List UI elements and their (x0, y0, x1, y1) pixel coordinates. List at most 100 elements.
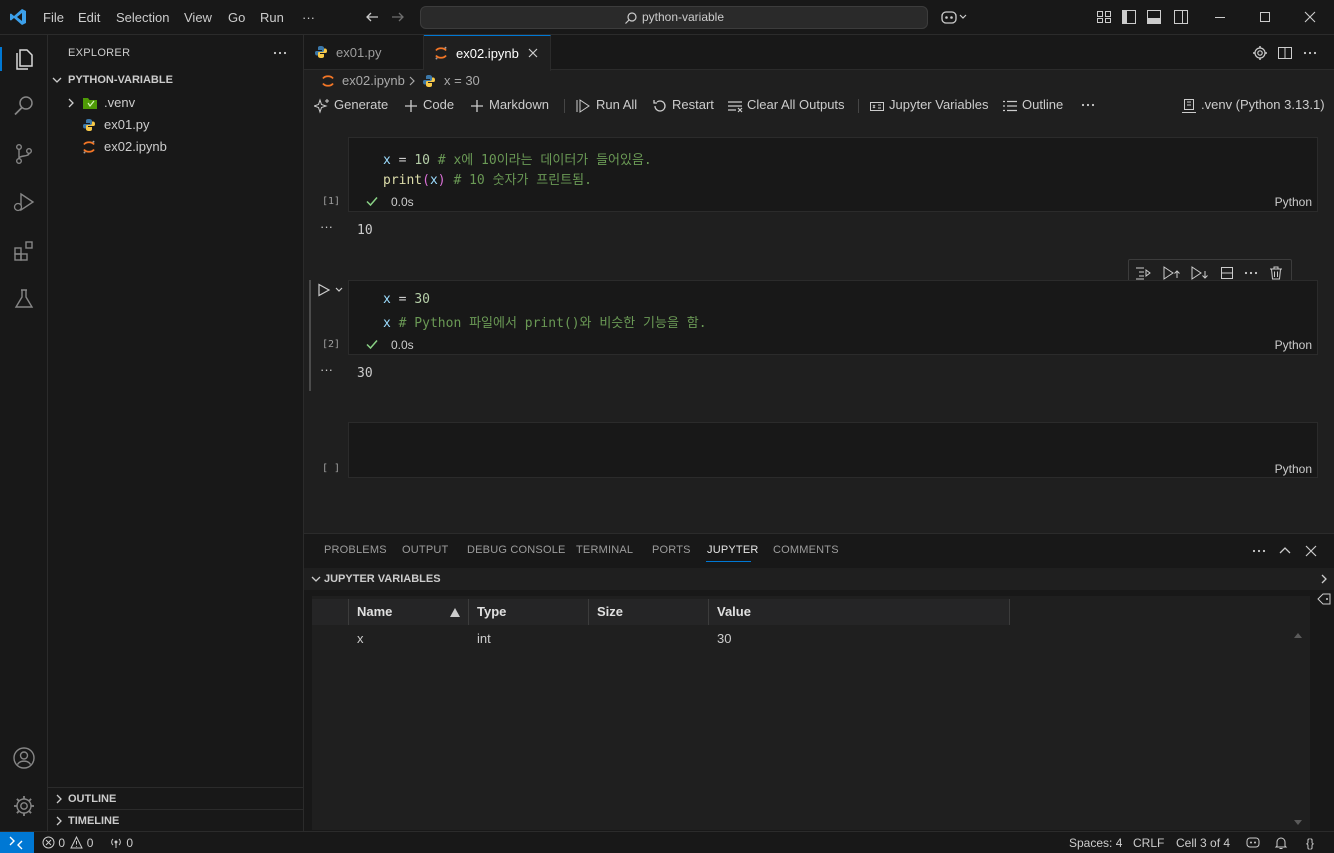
toggle-sidebar-icon[interactable] (1121, 9, 1137, 25)
back-arrow-icon[interactable] (364, 9, 380, 25)
menu-go[interactable]: Go (228, 0, 245, 35)
command-center-search[interactable]: python-variable (420, 6, 928, 29)
menu-run[interactable]: Run (260, 0, 284, 35)
minimize-icon[interactable] (1212, 9, 1228, 25)
workspace-root[interactable]: PYTHON-VARIABLE (48, 69, 303, 91)
column-header-name[interactable]: Name (349, 599, 468, 625)
run-debug-icon[interactable] (12, 190, 36, 214)
menu-more[interactable]: ··· (302, 0, 315, 35)
success-check-icon (365, 194, 379, 208)
variable-value: 30 (717, 631, 732, 646)
jupyter-variables-header[interactable]: JUPYTER VARIABLES (304, 568, 1334, 590)
notifications-bell-icon[interactable] (1274, 836, 1288, 850)
panel-tab-terminal[interactable]: TERMINAL (576, 544, 633, 556)
restart-label: Restart (672, 97, 714, 112)
problems-indicator[interactable]: 0 0 (42, 832, 93, 853)
execute-above-icon[interactable] (1162, 265, 1180, 281)
code-line[interactable]: x # Python 파일에서 print()와 비슷한 기능을 함. (383, 312, 707, 331)
cell-language[interactable]: Python (1275, 462, 1312, 476)
scroll-up-arrow-icon[interactable] (1294, 632, 1302, 638)
more-actions-icon[interactable] (1302, 45, 1318, 61)
manage-gear-icon[interactable] (12, 794, 36, 818)
menu-selection[interactable]: Selection (116, 0, 169, 35)
copilot-status-icon[interactable] (1246, 836, 1260, 849)
testing-flask-icon[interactable] (12, 287, 36, 311)
panel-more-icon[interactable] (1251, 543, 1267, 559)
code-line[interactable]: x = 30 (383, 292, 430, 307)
code-line[interactable]: x = 10 # x에 10이라는 데이터가 들어있음. (383, 149, 652, 168)
toolbar-more-icon[interactable] (1080, 97, 1096, 113)
panel-tab-debug-console[interactable]: DEBUG CONSOLE (467, 544, 566, 556)
code-line[interactable]: print(x) # 10 숫자가 프린트됨. (383, 169, 592, 188)
maximize-icon[interactable] (1257, 9, 1273, 25)
variable-name[interactable]: x (357, 628, 364, 650)
run-all-label: Run All (596, 97, 638, 112)
run-by-line-icon[interactable] (1135, 265, 1151, 281)
copilot-icon[interactable] (941, 9, 969, 25)
panel-tab-comments[interactable]: COMMENTS (773, 544, 839, 556)
panel-tab-output[interactable]: OUTPUT (402, 544, 448, 556)
explorer-more-icon[interactable] (272, 45, 288, 61)
column-header-value[interactable]: Value (709, 599, 1009, 625)
toggle-panel-icon[interactable] (1146, 9, 1162, 25)
column-header-type[interactable]: Type (469, 599, 588, 625)
column-divider[interactable] (1009, 599, 1010, 625)
toggle-secondary-sidebar-icon[interactable] (1173, 9, 1189, 25)
ports-indicator[interactable]: 0 (109, 832, 133, 853)
tab-ex02-ipynb[interactable]: ex02.ipynb (424, 35, 551, 71)
cell-language[interactable]: Python (1275, 338, 1312, 352)
tree-item-ex02-ipynb[interactable]: ex02.ipynb (48, 136, 303, 158)
close-tab-icon[interactable] (527, 47, 539, 59)
menu-file[interactable]: File (43, 0, 64, 35)
filter-tag-icon[interactable] (1316, 592, 1332, 606)
delete-cell-trash-icon[interactable] (1268, 265, 1284, 281)
customize-layout-icon[interactable] (1096, 9, 1112, 25)
forward-arrow-icon[interactable] (390, 9, 406, 25)
cell-language[interactable]: Python (1275, 195, 1312, 209)
close-panel-icon[interactable] (1303, 543, 1319, 559)
indentation-indicator[interactable]: Spaces: 4 (1069, 832, 1122, 853)
code-cell-3[interactable]: Python (348, 422, 1318, 478)
variables-icon (870, 102, 884, 111)
code-cell-2[interactable]: x = 30 x # Python 파일에서 print()와 비슷한 기능을 … (348, 280, 1318, 355)
timeline-section[interactable]: TIMELINE (48, 809, 303, 831)
outline-section[interactable]: OUTLINE (48, 787, 303, 809)
restart-icon (653, 100, 666, 112)
tree-item-venv[interactable]: .venv (48, 92, 303, 114)
eol-indicator[interactable]: CRLF (1133, 832, 1164, 853)
panel-tab-jupyter[interactable]: JUPYTER (707, 544, 759, 556)
search-icon[interactable] (12, 94, 36, 118)
cell-position-indicator[interactable]: Cell 3 of 4 (1176, 832, 1230, 853)
explorer-icon[interactable] (12, 47, 36, 71)
scroll-down-arrow-icon[interactable] (1294, 820, 1302, 826)
output-more-icon[interactable]: ··· (320, 219, 333, 234)
account-icon[interactable] (12, 746, 36, 770)
breadcrumb-file[interactable]: ex02.ipynb (342, 70, 405, 92)
error-icon (42, 836, 55, 849)
close-window-icon[interactable] (1302, 9, 1318, 25)
menu-view[interactable]: View (184, 0, 212, 35)
breadcrumb-cell[interactable]: x = 30 (444, 70, 480, 92)
source-control-icon[interactable] (12, 142, 36, 166)
run-cell-play-icon[interactable] (317, 283, 331, 297)
remote-indicator[interactable] (0, 832, 34, 853)
tab-ex01-py[interactable]: ex01.py (304, 35, 424, 70)
notebook-settings-gear-icon[interactable] (1252, 45, 1268, 61)
split-editor-icon[interactable] (1277, 45, 1293, 61)
output-more-icon[interactable]: ··· (320, 362, 333, 377)
panel-tab-problems[interactable]: PROBLEMS (324, 544, 387, 556)
language-braces-indicator[interactable]: {} (1306, 832, 1314, 853)
cell-more-icon[interactable] (1243, 265, 1259, 281)
menu-edit[interactable]: Edit (78, 0, 100, 35)
execute-below-icon[interactable] (1190, 265, 1208, 281)
extensions-icon[interactable] (12, 239, 36, 263)
code-cell-1[interactable]: x = 10 # x에 10이라는 데이터가 들어있음. print(x) # … (348, 137, 1318, 212)
chevron-down-icon (310, 573, 322, 585)
run-options-chevron-down-icon[interactable] (334, 285, 344, 295)
panel-tab-ports[interactable]: PORTS (652, 544, 691, 556)
chevron-right-icon[interactable] (1318, 572, 1330, 586)
split-cell-icon[interactable] (1219, 265, 1235, 281)
maximize-panel-chevron-up-icon[interactable] (1277, 543, 1293, 559)
column-header-size[interactable]: Size (589, 599, 708, 625)
tree-item-ex01-py[interactable]: ex01.py (48, 114, 303, 136)
